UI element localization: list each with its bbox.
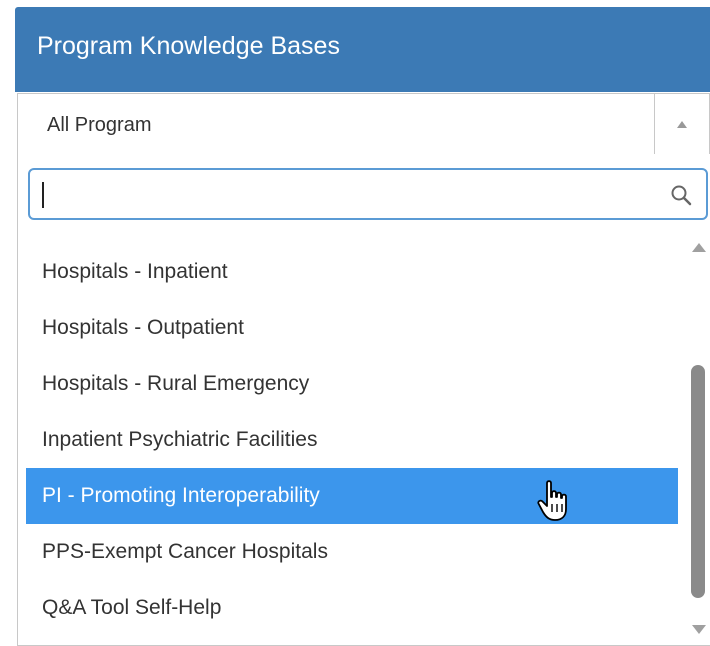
list-item[interactable]: Q&A Tool Self-Help (26, 580, 678, 636)
program-dropdown: Hospitals - Inpatient Hospitals - Outpat… (17, 154, 710, 646)
search-icon (671, 185, 692, 206)
list-item[interactable]: Hospitals - Inpatient (26, 244, 678, 300)
list-item-label: Inpatient Psychiatric Facilities (42, 428, 318, 451)
list-item[interactable]: PPS-Exempt Cancer Hospitals (26, 524, 678, 580)
program-select-value: All Program (47, 114, 152, 136)
list-item[interactable]: Hospitals - Rural Emergency (26, 356, 678, 412)
list-item[interactable]: Inpatient Psychiatric Facilities (26, 412, 678, 468)
program-select[interactable]: All Program (17, 93, 710, 155)
scrollbar-thumb[interactable] (691, 365, 705, 598)
text-caret (42, 182, 44, 208)
panel-title: Program Knowledge Bases (37, 32, 340, 60)
chevron-up-icon (677, 121, 687, 128)
panel-header: Program Knowledge Bases (15, 7, 710, 92)
list-item-label: Hospitals - Rural Emergency (42, 372, 310, 395)
scroll-down-arrow-icon[interactable] (692, 625, 706, 634)
list-item-label: PPS-Exempt Cancer Hospitals (42, 540, 328, 563)
list-item-label: Hospitals - Outpatient (42, 316, 244, 339)
hand-pointer-icon (537, 480, 567, 521)
list-item-label: PI - Promoting Interoperability (42, 484, 320, 507)
list-item[interactable]: Hospitals - Outpatient (26, 300, 678, 356)
list-item-label: Hospitals - Inpatient (42, 260, 228, 283)
select-toggle-button[interactable] (654, 94, 709, 154)
scroll-up-arrow-icon[interactable] (692, 243, 706, 252)
list-item-label: Q&A Tool Self-Help (42, 596, 222, 619)
list-item-highlighted[interactable]: PI - Promoting Interoperability (26, 468, 678, 524)
dropdown-scrollbar[interactable] (686, 232, 710, 640)
dropdown-search-input[interactable] (28, 168, 708, 220)
option-list: Hospitals - Inpatient Hospitals - Outpat… (26, 244, 678, 636)
program-knowledge-bases-panel: Program Knowledge Bases All Program Hosp… (15, 7, 710, 646)
